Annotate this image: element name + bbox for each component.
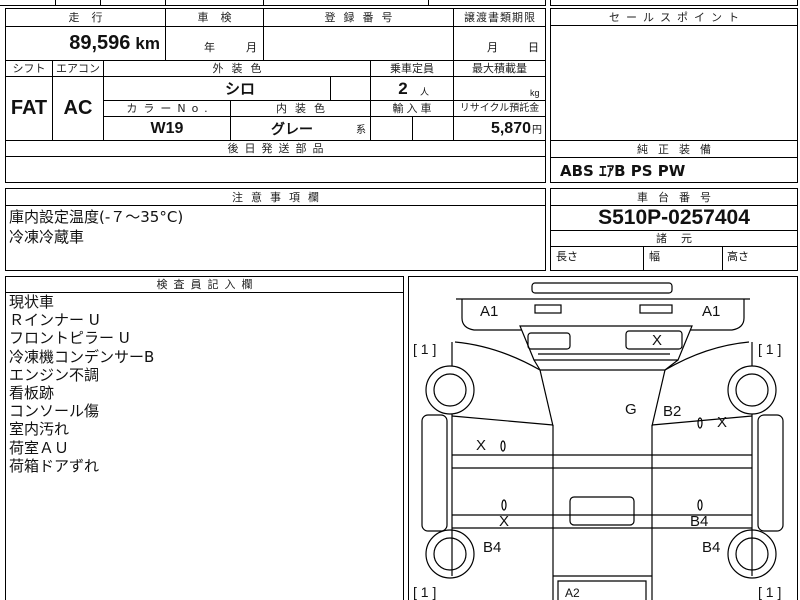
exterior-color-label: 外装色	[212, 62, 270, 75]
caution-line: 庫内設定温度(-７～35°C)	[9, 208, 184, 226]
damage-mark-roof: G	[625, 401, 637, 418]
specs-label: 諸元	[656, 232, 706, 245]
spec-length-label: 長さ	[556, 250, 578, 263]
damage-mark-front-left: A1	[480, 303, 499, 320]
color-no-label: カラーNo.	[126, 102, 214, 115]
parts-later-label: 後日発送部品	[227, 142, 330, 155]
inspection-label: 車検	[197, 11, 244, 24]
interior-color-suffix: 系	[356, 125, 366, 136]
capacity-value: 2	[398, 78, 408, 98]
damage-mark-left-door: X	[476, 437, 487, 454]
rear-left-wheel	[425, 529, 475, 579]
sales-point-label: セールスポイント	[609, 10, 745, 24]
auction-sheet: 走行 車検 登録番号 譲渡書類期限 89,596 km 年 月 月 日 シフト …	[0, 0, 800, 600]
rear-center-panel	[569, 496, 635, 526]
cautions-text: 庫内設定温度(-７～35°C) 冷凍冷蔵車	[9, 207, 183, 247]
inspector-note-line: 現状車	[9, 293, 55, 311]
chassis-number: S510P-0257404	[598, 206, 750, 229]
tire-mark-front-left: [ 1 ]	[413, 341, 437, 357]
inspector-notes-label: 検査員記入欄	[156, 278, 259, 291]
inspector-note-line: エンジン不調	[9, 365, 100, 384]
left-side-strip	[421, 414, 448, 532]
inspector-note-line: フロントピラー U	[9, 329, 130, 348]
inspection-month-unit: 月	[246, 41, 257, 54]
mileage-value: 89,596	[69, 32, 131, 54]
mileage-field: 89,596 km	[6, 27, 160, 60]
front-left-wheel	[425, 365, 475, 415]
damage-mark-left-rear-fender: B4	[483, 539, 502, 556]
vehicle-diagram: [ 1 ] [ 1 ] [ 1 ] [ 1 ] A1 A1 X G B2 X X…	[408, 276, 797, 600]
roof-panel	[533, 359, 679, 427]
damage-mark-right-rear-fender: B4	[702, 539, 721, 556]
color-no-value: W19	[150, 119, 184, 137]
shift-label: シフト	[12, 62, 46, 75]
door-handle-mark	[501, 499, 507, 511]
tire-mark-rear-left: [ 1 ]	[413, 584, 437, 600]
caution-line: 冷凍冷蔵車	[9, 228, 85, 246]
inspection-year-unit: 年	[204, 41, 215, 54]
interior-color-label: 内装色	[276, 102, 333, 115]
aircon-value: AC	[63, 97, 93, 119]
recycle-deposit-label: リサイクル預託金	[459, 103, 540, 114]
transfer-deadline-label: 譲渡書類期限	[464, 11, 536, 24]
door-handle-mark	[500, 440, 506, 452]
shift-value: FAT	[10, 97, 48, 119]
recycle-deposit-field: 5,870 円	[454, 117, 542, 140]
interior-color-value: グレー	[271, 121, 313, 138]
left-mirror	[534, 304, 562, 314]
door-handle-mark	[697, 417, 703, 429]
inspector-note-line: 荷箱ドアずれ	[9, 456, 100, 475]
truck-outline	[421, 282, 784, 600]
max-load-label: 最大積載量	[472, 62, 527, 75]
tire-mark-front-right: [ 1 ]	[758, 341, 782, 357]
damage-mark-roof-right: B2	[663, 403, 682, 420]
equipment-value: ABS ｴｱB PS PW	[560, 161, 686, 180]
front-bumper	[531, 282, 673, 294]
damage-mark-right-door: X	[717, 414, 728, 431]
right-mirror	[639, 304, 673, 314]
mileage-label: 走行	[68, 11, 115, 24]
aircon-label: エアコン	[56, 62, 100, 75]
damage-mark-rear: A2	[565, 586, 580, 600]
mileage-unit: km	[135, 33, 160, 53]
transfer-month-unit: 月	[487, 41, 498, 54]
inspector-note-line: 冷凍機コンデンサーB	[9, 347, 155, 366]
recycle-deposit-value: 5,870	[490, 119, 531, 137]
transfer-day-unit: 日	[528, 41, 539, 54]
damage-mark-right-side-rear: B4	[690, 513, 709, 530]
spec-height-label: 高さ	[727, 250, 749, 263]
cautions-label: 注意事項欄	[232, 190, 327, 204]
inspector-note-line: 荷室ＡＵ	[9, 438, 70, 457]
door-handle-mark	[697, 499, 703, 511]
equipment-label: 純正装備	[637, 142, 721, 156]
spec-width-label: 幅	[649, 250, 660, 263]
imported-label: 輸入車	[392, 102, 435, 115]
inspector-notes: 現状車 Ｒインナー U フロントピラー U 冷凍機コンデンサーB エンジン不調 …	[9, 293, 154, 475]
damage-mark-windshield: X	[652, 332, 663, 349]
tire-mark-rear-right: [ 1 ]	[758, 584, 782, 600]
right-side-strip	[757, 414, 784, 532]
exterior-color-value: シロ	[224, 80, 255, 98]
registration-label: 登録番号	[324, 11, 401, 24]
inspector-note-line: 室内汚れ	[9, 420, 70, 439]
max-load-unit: kg	[530, 88, 540, 98]
damage-mark-left-side-rear: X	[499, 513, 510, 530]
chassis-label: 車台番号	[637, 190, 721, 204]
capacity-label: 乗車定員	[390, 62, 434, 75]
inspector-note-line: 看板跡	[9, 384, 55, 403]
inspector-note-line: コンソール傷	[9, 402, 100, 421]
recycle-deposit-unit: 円	[532, 125, 542, 136]
damage-mark-front-right: A1	[702, 303, 721, 320]
front-right-wheel	[727, 365, 777, 415]
capacity-unit: 人	[420, 88, 430, 98]
inspector-note-line: Ｒインナー U	[9, 311, 100, 330]
